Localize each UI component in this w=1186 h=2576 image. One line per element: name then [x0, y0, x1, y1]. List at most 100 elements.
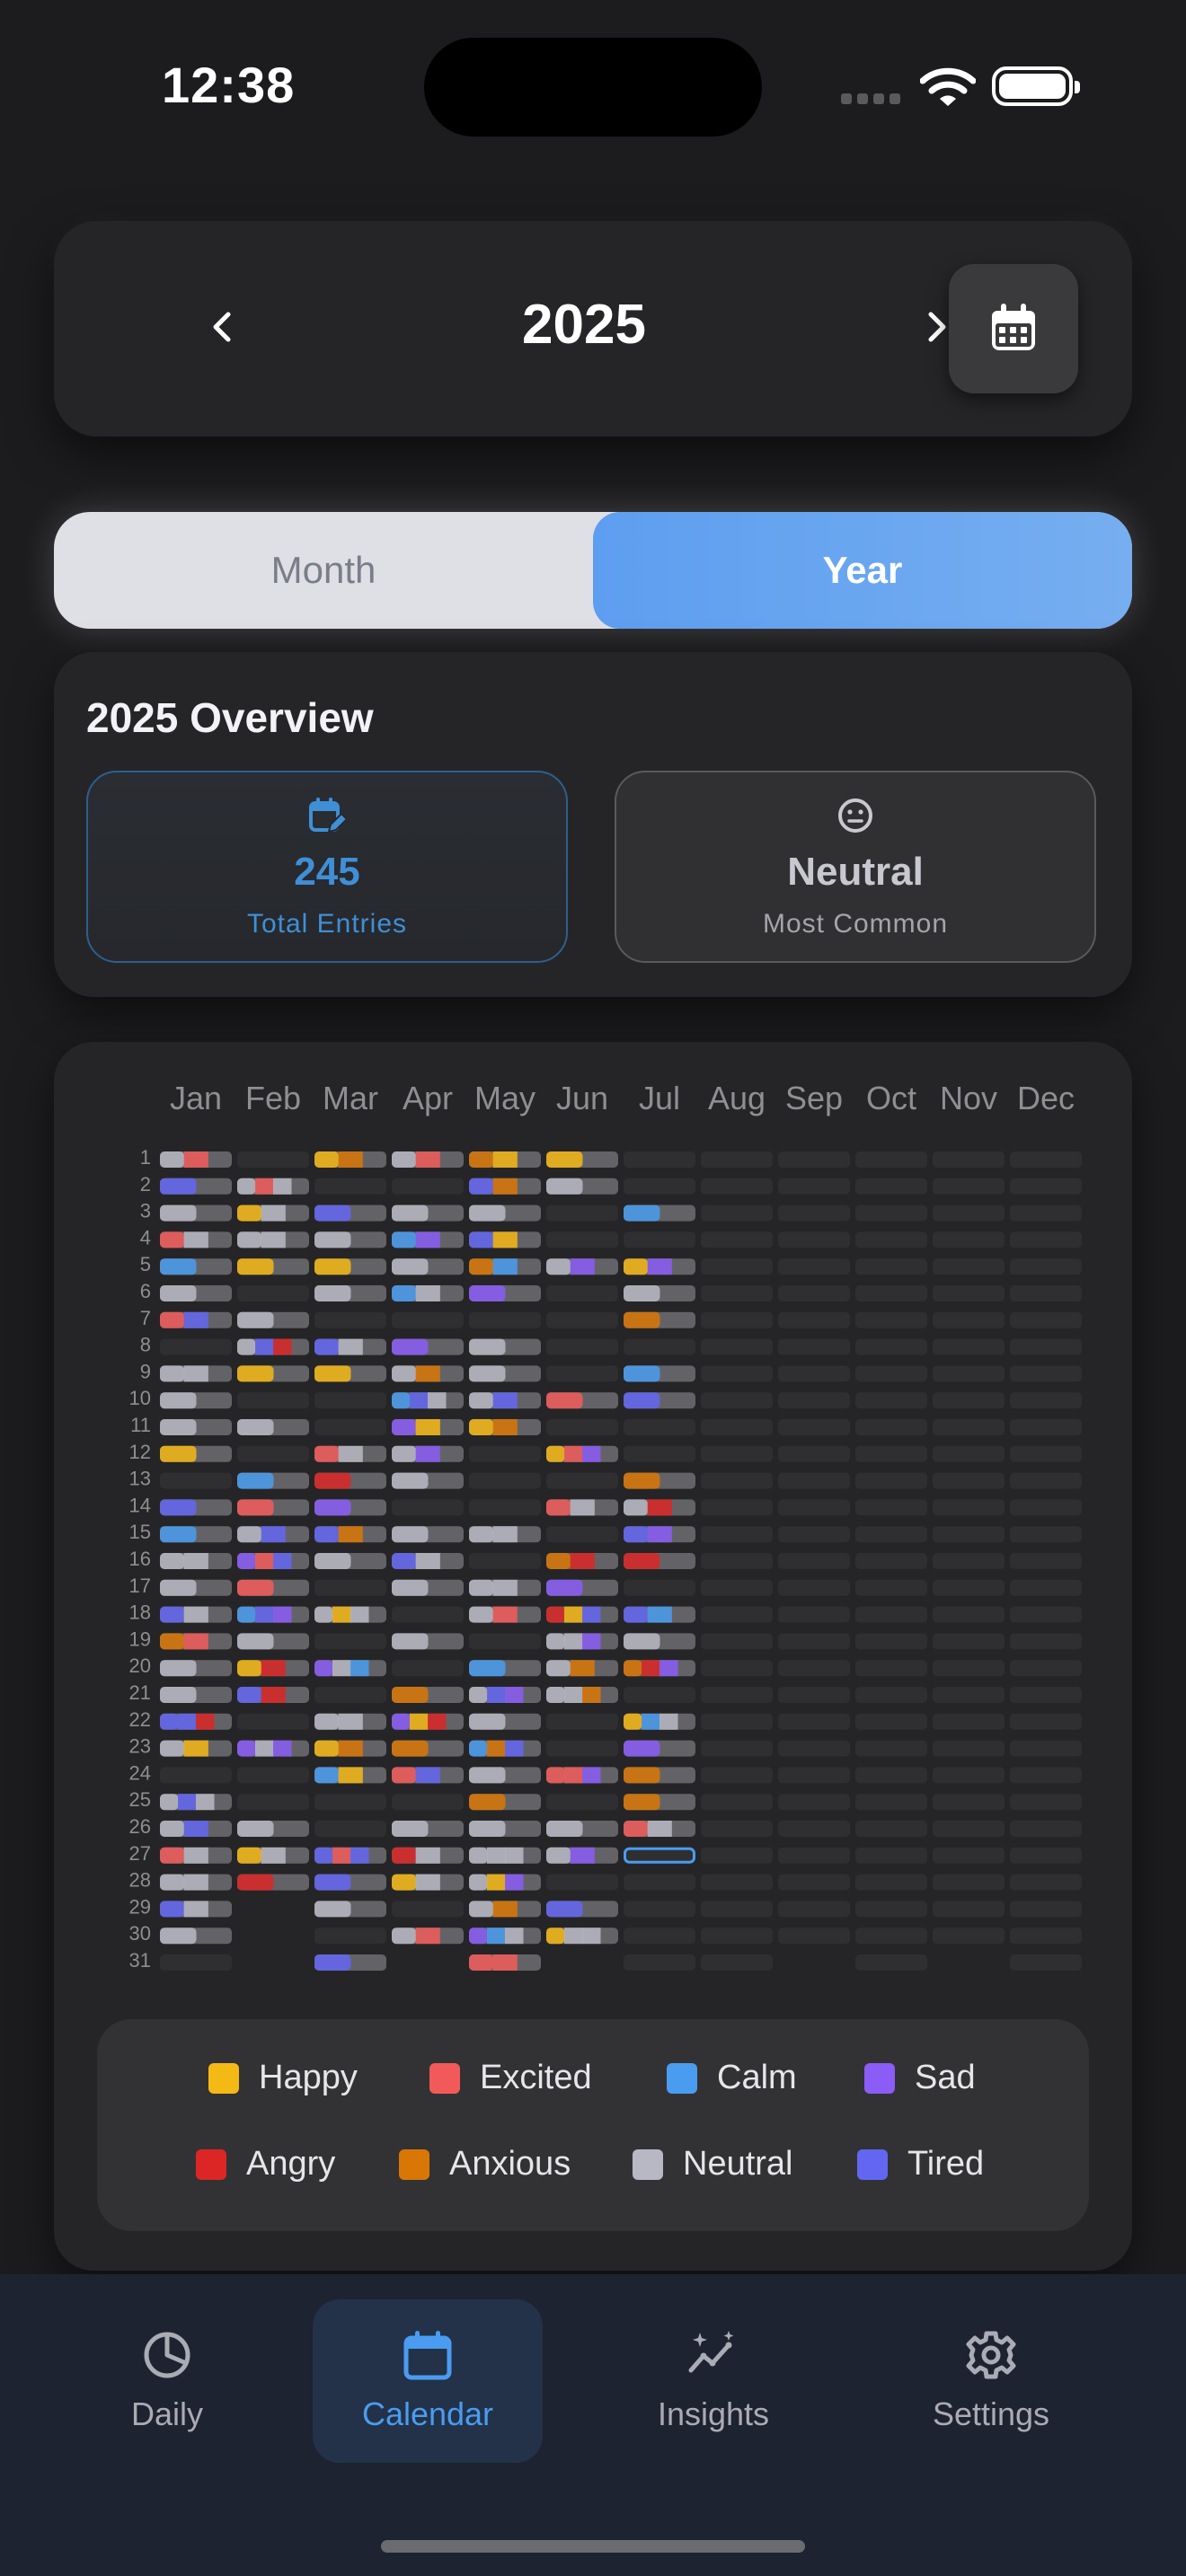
- heatmap-day-cell[interactable]: [855, 1472, 927, 1489]
- heatmap-day-cell[interactable]: [546, 1231, 618, 1248]
- heatmap-day-cell[interactable]: [160, 1151, 232, 1168]
- heatmap-day-cell[interactable]: [469, 1151, 541, 1168]
- heatmap-day-cell[interactable]: [855, 1874, 927, 1891]
- heatmap-day-cell[interactable]: [237, 1445, 309, 1462]
- heatmap-day-cell[interactable]: [160, 1285, 232, 1301]
- heatmap-day-cell[interactable]: [933, 1151, 1005, 1168]
- heatmap-day-cell[interactable]: [392, 1713, 464, 1730]
- heatmap-day-cell[interactable]: [314, 1660, 386, 1677]
- heatmap-day-cell[interactable]: [160, 1526, 232, 1543]
- heatmap-day-cell[interactable]: [855, 1231, 927, 1248]
- heatmap-day-cell[interactable]: [1010, 1928, 1082, 1945]
- heatmap-day-cell[interactable]: [392, 1151, 464, 1168]
- heatmap-day-cell[interactable]: [469, 1579, 541, 1596]
- heatmap-day-cell[interactable]: [314, 1847, 386, 1864]
- heatmap-day-cell[interactable]: [314, 1794, 386, 1811]
- heatmap-day-cell[interactable]: [933, 1258, 1005, 1275]
- heatmap-day-cell[interactable]: [933, 1794, 1005, 1811]
- heatmap-day-cell[interactable]: [933, 1606, 1005, 1623]
- heatmap-day-cell[interactable]: [546, 1821, 618, 1837]
- heatmap-day-cell[interactable]: [701, 1338, 773, 1355]
- heatmap-day-cell[interactable]: [778, 1526, 850, 1543]
- heatmap-day-cell[interactable]: [546, 1178, 618, 1195]
- heatmap-day-cell[interactable]: [237, 1821, 309, 1837]
- heatmap-day-cell[interactable]: [314, 1740, 386, 1757]
- heatmap-day-cell[interactable]: [392, 1633, 464, 1650]
- heatmap-day-cell[interactable]: [855, 1258, 927, 1275]
- heatmap-day-cell[interactable]: [392, 1794, 464, 1811]
- heatmap-day-cell[interactable]: [392, 1285, 464, 1301]
- heatmap-day-cell[interactable]: [1010, 1660, 1082, 1677]
- previous-year-button[interactable]: [196, 300, 250, 354]
- heatmap-day-cell[interactable]: [855, 1392, 927, 1409]
- heatmap-day-cell[interactable]: [546, 1874, 618, 1891]
- heatmap-day-cell[interactable]: [1010, 1954, 1082, 1971]
- heatmap-day-cell[interactable]: [778, 1365, 850, 1382]
- heatmap-day-cell[interactable]: [469, 1633, 541, 1650]
- heatmap-day-cell[interactable]: [314, 1231, 386, 1248]
- heatmap-day-cell[interactable]: [469, 1419, 541, 1435]
- heatmap-day-cell[interactable]: [778, 1392, 850, 1409]
- heatmap-day-cell[interactable]: [160, 1928, 232, 1945]
- heatmap-day-cell[interactable]: [1010, 1365, 1082, 1382]
- heatmap-day-cell[interactable]: [933, 1285, 1005, 1301]
- tab-daily[interactable]: Daily: [52, 2299, 282, 2463]
- heatmap-day-cell[interactable]: [855, 1794, 927, 1811]
- heatmap-day-cell[interactable]: [624, 1767, 695, 1784]
- heatmap-day-cell[interactable]: [855, 1713, 927, 1730]
- heatmap-day-cell[interactable]: [778, 1231, 850, 1248]
- heatmap-day-cell[interactable]: [624, 1285, 695, 1301]
- heatmap-day-cell[interactable]: [855, 1285, 927, 1301]
- heatmap-day-cell[interactable]: [701, 1687, 773, 1703]
- heatmap-day-cell[interactable]: [546, 1687, 618, 1703]
- heatmap-day-cell[interactable]: [314, 1204, 386, 1222]
- heatmap-day-cell[interactable]: [933, 1687, 1005, 1703]
- heatmap-day-cell[interactable]: [778, 1285, 850, 1301]
- heatmap-day-cell[interactable]: [160, 1687, 232, 1703]
- heatmap-day-cell[interactable]: [624, 1954, 695, 1971]
- heatmap-day-cell[interactable]: [469, 1687, 541, 1703]
- heatmap-day-cell[interactable]: [160, 1553, 232, 1569]
- heatmap-day-cell[interactable]: [546, 1285, 618, 1301]
- heatmap-day-cell[interactable]: [701, 1419, 773, 1435]
- heatmap-day-cell[interactable]: [546, 1633, 618, 1650]
- tab-calendar[interactable]: Calendar: [313, 2299, 543, 2463]
- heatmap-day-cell[interactable]: [314, 1285, 386, 1301]
- heatmap-day-cell[interactable]: [546, 1713, 618, 1730]
- heatmap-day-cell[interactable]: [1010, 1767, 1082, 1784]
- heatmap-day-cell[interactable]: [237, 1553, 309, 1569]
- heatmap-day-cell[interactable]: [1010, 1794, 1082, 1811]
- heatmap-day-cell[interactable]: [933, 1445, 1005, 1462]
- heatmap-day-cell[interactable]: [392, 1740, 464, 1757]
- heatmap-day-cell[interactable]: [778, 1178, 850, 1195]
- heatmap-day-cell[interactable]: [546, 1660, 618, 1677]
- heatmap-day-cell[interactable]: [701, 1151, 773, 1168]
- heatmap-day-cell[interactable]: [701, 1231, 773, 1248]
- heatmap-day-cell[interactable]: [1010, 1687, 1082, 1703]
- heatmap-day-cell[interactable]: [855, 1660, 927, 1677]
- heatmap-day-cell[interactable]: [237, 1713, 309, 1730]
- heatmap-day-cell[interactable]: [701, 1901, 773, 1918]
- heatmap-day-cell[interactable]: [237, 1847, 309, 1864]
- heatmap-day-cell[interactable]: [933, 1392, 1005, 1409]
- heatmap-day-cell[interactable]: [701, 1821, 773, 1837]
- heatmap-day-cell[interactable]: [701, 1526, 773, 1543]
- heatmap-day-cell[interactable]: [469, 1740, 541, 1757]
- heatmap-day-cell[interactable]: [1010, 1579, 1082, 1596]
- heatmap-day-cell[interactable]: [160, 1874, 232, 1891]
- heatmap-day-cell[interactable]: [546, 1338, 618, 1355]
- heatmap-day-cell[interactable]: [160, 1365, 232, 1382]
- heatmap-day-cell[interactable]: [624, 1178, 695, 1195]
- heatmap-day-cell[interactable]: [237, 1178, 309, 1195]
- heatmap-day-cell[interactable]: [546, 1794, 618, 1811]
- heatmap-day-cell[interactable]: [1010, 1740, 1082, 1757]
- heatmap-day-cell[interactable]: [392, 1767, 464, 1784]
- heatmap-day-cell[interactable]: [1010, 1178, 1082, 1195]
- heatmap-day-cell[interactable]: [237, 1660, 309, 1677]
- heatmap-day-cell[interactable]: [469, 1178, 541, 1195]
- heatmap-day-cell[interactable]: [160, 1445, 232, 1462]
- heatmap-day-cell[interactable]: [855, 1365, 927, 1382]
- heatmap-day-cell[interactable]: [933, 1713, 1005, 1730]
- heatmap-day-cell[interactable]: [624, 1606, 695, 1623]
- heatmap-day-cell[interactable]: [314, 1311, 386, 1328]
